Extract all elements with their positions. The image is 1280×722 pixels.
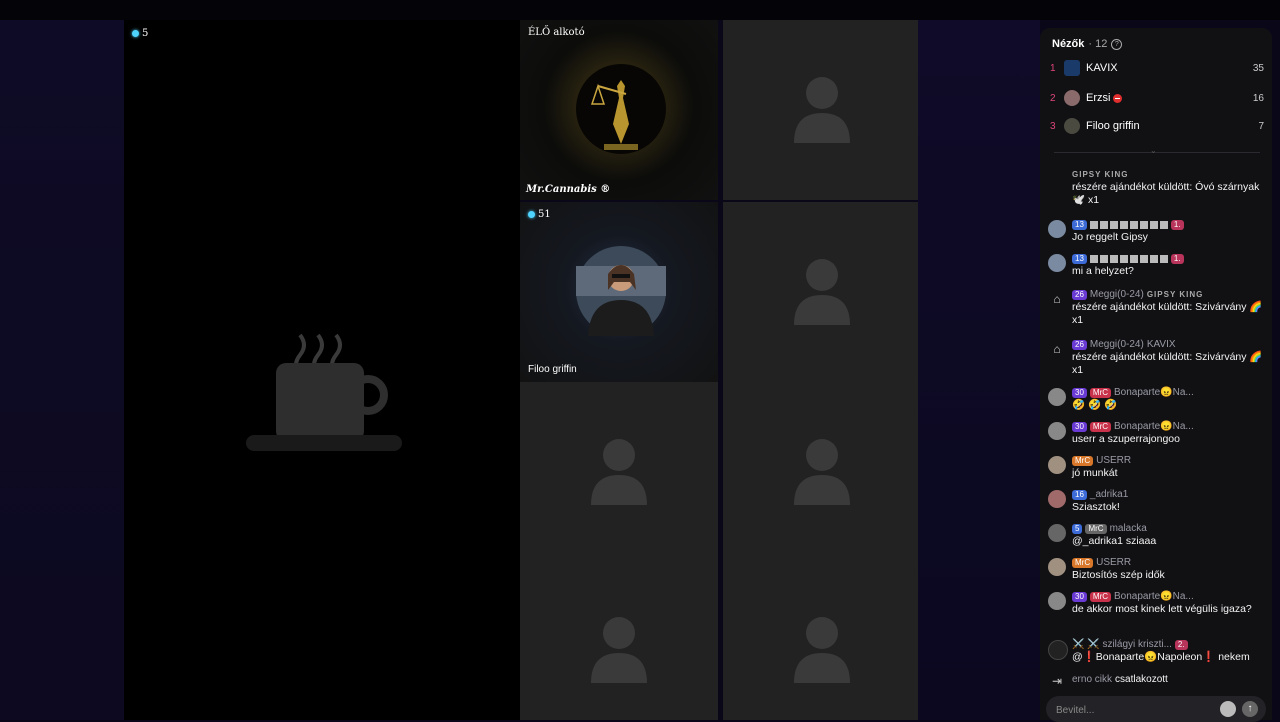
side-panel: Nézők · 12 ? 1 KAVIX 35 2 Erzsi 16 3 Fil… [1040, 28, 1272, 722]
viewers-count: · 12 [1088, 38, 1108, 50]
host-live-label: ÉLŐ alkotó [528, 27, 585, 38]
hidden-username [1089, 254, 1168, 263]
rank-badge: 1. [1170, 219, 1184, 230]
left-background [0, 20, 124, 720]
guest-badge: 51 [528, 209, 551, 220]
level-badge: 16 [1072, 489, 1087, 500]
main-stage: 5 [124, 20, 520, 720]
fan-badge: MrC [1072, 557, 1094, 568]
avatar[interactable] [1048, 640, 1068, 660]
empty-seat[interactable] [723, 382, 921, 562]
avatar[interactable] [1048, 456, 1066, 474]
avatar [1064, 118, 1080, 134]
empty-seat[interactable] [723, 562, 921, 720]
level-badge: 26 [1072, 339, 1087, 350]
avatar[interactable] [1048, 558, 1066, 576]
person-placeholder-icon [794, 259, 850, 325]
participants-grid: ÉLŐ alkotó Mr.Cannabis ® 51 Filoo griffi… [520, 20, 921, 720]
level-badge: 30 [1072, 591, 1087, 602]
chat-input-bar: ↑ [1046, 696, 1266, 722]
justice-statue-avatar [576, 64, 666, 154]
no-entry-icon [1113, 93, 1123, 103]
info-icon[interactable]: ? [1111, 38, 1123, 50]
avatar [1064, 60, 1080, 76]
fan-badge: MrC [1089, 421, 1112, 432]
hidden-username [1089, 220, 1168, 229]
person-placeholder-icon [591, 439, 647, 505]
fan-badge: MrC [1072, 455, 1094, 466]
right-background [918, 20, 1040, 720]
fan-badge: MrC [1089, 387, 1112, 398]
fan-badge: MrC [1089, 591, 1112, 602]
guest-avatar [576, 246, 666, 336]
level-badge: 26 [1072, 289, 1087, 300]
empty-seat[interactable] [723, 20, 921, 200]
level-badge: 13 [1072, 219, 1087, 230]
avatar[interactable] [1048, 524, 1066, 542]
send-icon[interactable]: ↑ [1242, 701, 1258, 717]
level-badge: 5 [1072, 523, 1083, 534]
rank-badge: 2. [1174, 639, 1188, 650]
empty-seat[interactable] [520, 382, 718, 562]
divider [1054, 152, 1260, 153]
chat-list[interactable]: GIPSY KING részére ajándékot küldött: Óv… [1046, 158, 1268, 688]
join-icon: ⇥ [1051, 674, 1063, 688]
chat-input[interactable] [1054, 700, 1218, 720]
top-bar [0, 0, 1280, 20]
avatar[interactable] [1048, 422, 1066, 440]
gift-icon: ⌂ [1053, 292, 1061, 306]
fan-badge: MrC [1085, 523, 1107, 534]
gift-icon: ⌂ [1053, 342, 1061, 356]
viewers-header[interactable]: Nézők · 12 ? [1052, 38, 1123, 50]
person-placeholder-icon [591, 617, 647, 683]
guest-name: Filoo griffin [528, 364, 577, 375]
top-viewer[interactable]: 1 KAVIX 35 [1050, 58, 1264, 78]
host-tile[interactable]: ÉLŐ alkotó Mr.Cannabis ® [520, 20, 718, 200]
stage-viewer-badge: 5 [132, 28, 148, 39]
level-badge: 30 [1072, 421, 1087, 432]
person-placeholder-icon [794, 77, 850, 143]
level-badge: 13 [1072, 253, 1087, 264]
chevron-down-icon[interactable]: ⌄ [1150, 146, 1157, 155]
avatar[interactable] [1048, 220, 1066, 238]
guest-tile[interactable]: 51 Filoo griffin [520, 202, 718, 382]
top-viewer[interactable]: 2 Erzsi 16 [1050, 88, 1264, 108]
avatar[interactable] [1048, 490, 1066, 508]
live-dot-icon [132, 30, 139, 37]
level-badge: 30 [1072, 387, 1087, 398]
empty-seat[interactable] [723, 202, 921, 382]
host-name: Mr.Cannabis ® [526, 184, 611, 195]
person-placeholder-icon [794, 617, 850, 683]
coffee-cup-icon [246, 333, 402, 451]
avatar[interactable] [1048, 592, 1066, 610]
avatar[interactable] [1048, 388, 1066, 406]
emoji-icon[interactable] [1220, 701, 1236, 717]
live-dot-icon [528, 211, 535, 218]
viewers-title: Nézők [1052, 38, 1085, 50]
avatar [1064, 90, 1080, 106]
avatar[interactable] [1048, 254, 1066, 272]
rank-badge: 1. [1170, 253, 1184, 264]
top-viewer[interactable]: 3 Filoo griffin 7 [1050, 116, 1264, 136]
empty-seat[interactable] [520, 562, 718, 720]
person-placeholder-icon [794, 439, 850, 505]
